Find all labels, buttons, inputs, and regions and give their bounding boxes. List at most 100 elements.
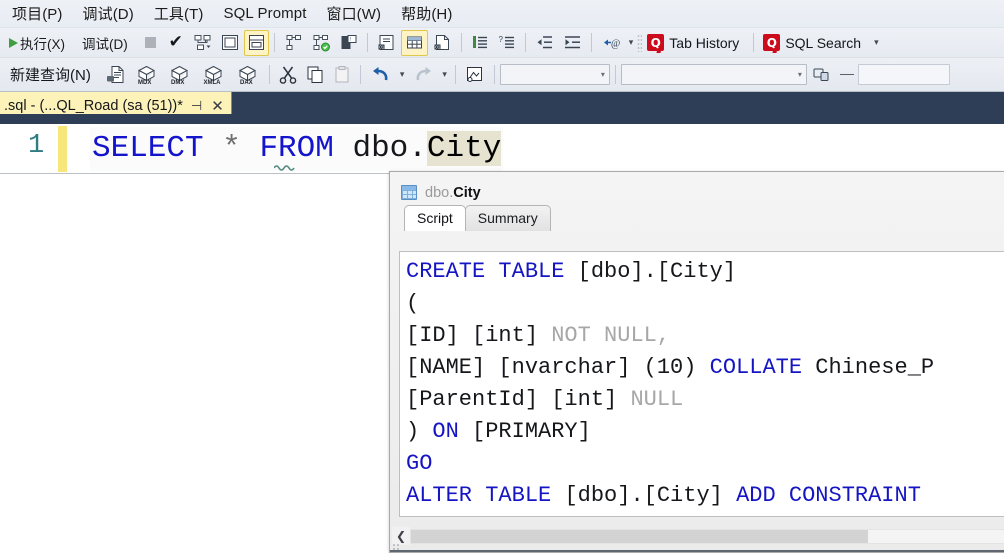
undo-icon — [372, 67, 388, 81]
query-options-button[interactable] — [217, 30, 243, 56]
svg-text:01: 01 — [379, 44, 385, 49]
parse-button[interactable]: ✔ — [164, 30, 188, 56]
toolbar-separator — [614, 65, 616, 84]
results-to-text-button[interactable]: 01 — [373, 30, 400, 56]
connect-object-explorer-button[interactable] — [808, 62, 836, 88]
script-token: ALTER TABLE — [406, 483, 565, 508]
tab-summary[interactable]: Summary — [464, 205, 551, 231]
toolbar-standard: 新建查询(N) MDX DMX XMLA DAX ▾ ▾ ▾ ▾ — [0, 58, 1004, 92]
xmla-query-button[interactable]: XMLA — [197, 62, 231, 88]
popup-script-pane[interactable]: CREATE TABLE [dbo].[City] ( [ID] [int] N… — [399, 251, 1004, 517]
include-client-statistics-button[interactable] — [280, 30, 307, 56]
dax-query-button[interactable]: DAX — [232, 62, 264, 88]
close-icon[interactable]: ✕ — [211, 98, 224, 114]
sqlcmd-mode-button[interactable]: ! — [336, 30, 362, 56]
available-databases-combo[interactable]: ▾ — [499, 64, 610, 85]
svg-text:MDX: MDX — [138, 80, 151, 85]
syntax-squiggle-icon — [274, 163, 296, 171]
script-token: ON — [432, 419, 473, 444]
chevron-down-icon: ▾ — [797, 70, 802, 79]
toolbar-separator — [359, 65, 361, 84]
script-line: ( — [406, 288, 1004, 320]
include-live-stats-button[interactable] — [308, 30, 335, 56]
svg-text:@: @ — [611, 39, 620, 50]
debug-button[interactable]: 调试(D) — [76, 30, 138, 56]
editor-code-line[interactable]: SELECT * FROM dbo.City — [90, 127, 504, 171]
stop-button[interactable] — [139, 30, 163, 56]
comment-button[interactable] — [467, 30, 493, 56]
tab-script[interactable]: Script — [404, 205, 466, 231]
toolbar-separator — [268, 65, 270, 84]
increase-indent-button[interactable] — [559, 30, 586, 56]
parse-check-icon: ✔ — [168, 32, 183, 52]
mdx-query-button[interactable]: MDX — [131, 62, 163, 88]
results-to-file-button[interactable]: 01 — [429, 30, 456, 56]
copy-icon — [307, 66, 323, 83]
undo-dropdown-caret[interactable]: ▾ — [397, 70, 408, 79]
scrollbar-thumb[interactable] — [411, 529, 868, 543]
redo-button[interactable] — [408, 62, 438, 88]
new-query-button[interactable]: 新建查询(N) — [4, 62, 101, 88]
popup-object-title: dbo.City — [425, 185, 481, 201]
new-query-with-connection-button[interactable] — [102, 62, 130, 88]
redgate-tab-history-icon: Q — [647, 34, 665, 51]
code-token-city-selected: City — [426, 131, 502, 166]
specify-values-button[interactable]: @ — [597, 30, 625, 56]
decrease-indent-button[interactable] — [531, 30, 558, 56]
menu-tools[interactable]: 工具(T) — [146, 0, 216, 28]
script-token: [dbo].[City] — [577, 259, 737, 284]
toolbar-grip[interactable] — [637, 33, 643, 52]
server-combo[interactable]: ▾ — [620, 64, 807, 85]
uncomment-button[interactable]: ? — [494, 30, 520, 56]
menu-window[interactable]: 窗口(W) — [318, 0, 393, 28]
script-token: ) — [406, 419, 433, 444]
query-options-icon — [221, 35, 238, 50]
results-to-grid-button[interactable] — [400, 29, 428, 56]
popup-schema-prefix: dbo. — [425, 184, 454, 201]
execute-button[interactable]: 执行(X) — [3, 30, 75, 56]
ssms-window: 项目(P) 调试(D) 工具(T) SQL Prompt 窗口(W) 帮助(H)… — [0, 0, 1004, 553]
sql-search-button[interactable]: Q SQL Search — [759, 30, 870, 56]
paste-icon — [335, 66, 349, 83]
increase-indent-icon — [564, 36, 580, 49]
unsaved-change-indicator — [58, 126, 67, 172]
extra-combo[interactable] — [857, 64, 950, 85]
toolbar-dash-icon — [839, 74, 854, 75]
tab-history-button[interactable]: Q Tab History — [643, 30, 748, 56]
menu-sql-prompt[interactable]: SQL Prompt — [215, 2, 318, 26]
scrollbar-track[interactable] — [410, 528, 1004, 544]
menu-help[interactable]: 帮助(H) — [393, 0, 464, 28]
toolbar-overflow-caret[interactable]: ▾ — [626, 38, 637, 47]
popup-header: dbo.City — [390, 172, 1004, 204]
cut-button[interactable] — [275, 62, 301, 88]
script-token: ADD CONSTRAINT — [736, 483, 921, 508]
registered-servers-button[interactable] — [461, 62, 489, 88]
popup-horizontal-scrollbar[interactable]: ❮ — [392, 526, 1004, 546]
menu-debug[interactable]: 调试(D) — [75, 0, 146, 28]
display-estimated-plan-button[interactable] — [189, 30, 216, 56]
code-space-1 — [204, 131, 223, 166]
redo-dropdown-caret[interactable]: ▾ — [439, 70, 450, 79]
include-actual-plan-button[interactable] — [243, 29, 269, 56]
include-client-statistics-icon — [286, 34, 301, 50]
undo-button[interactable] — [366, 62, 396, 88]
script-token: [dbo].[City] — [564, 483, 737, 508]
dax-query-icon: DAX — [238, 65, 256, 85]
uncomment-icon: ? — [498, 35, 514, 49]
toolbar-overflow-caret-right[interactable]: ▾ — [871, 38, 882, 47]
xmla-query-icon: XMLA — [203, 65, 222, 85]
table-icon — [401, 185, 417, 200]
menu-project[interactable]: 项目(P) — [4, 0, 75, 28]
script-token: GO — [406, 515, 432, 516]
dmx-query-button[interactable]: DMX — [164, 62, 196, 88]
pin-icon[interactable]: ⊣ — [191, 100, 202, 113]
toolbar-separator — [454, 65, 456, 84]
popup-tab-bar: Script Summary — [390, 204, 1004, 231]
copy-button[interactable] — [302, 62, 328, 88]
toolbar-separator — [273, 33, 275, 52]
svg-text:DMX: DMX — [171, 80, 184, 85]
code-token-from: FROM — [259, 131, 334, 166]
paste-button[interactable] — [329, 62, 355, 88]
specify-values-icon: @ — [603, 39, 620, 50]
script-token: NOT NULL, — [551, 323, 671, 348]
